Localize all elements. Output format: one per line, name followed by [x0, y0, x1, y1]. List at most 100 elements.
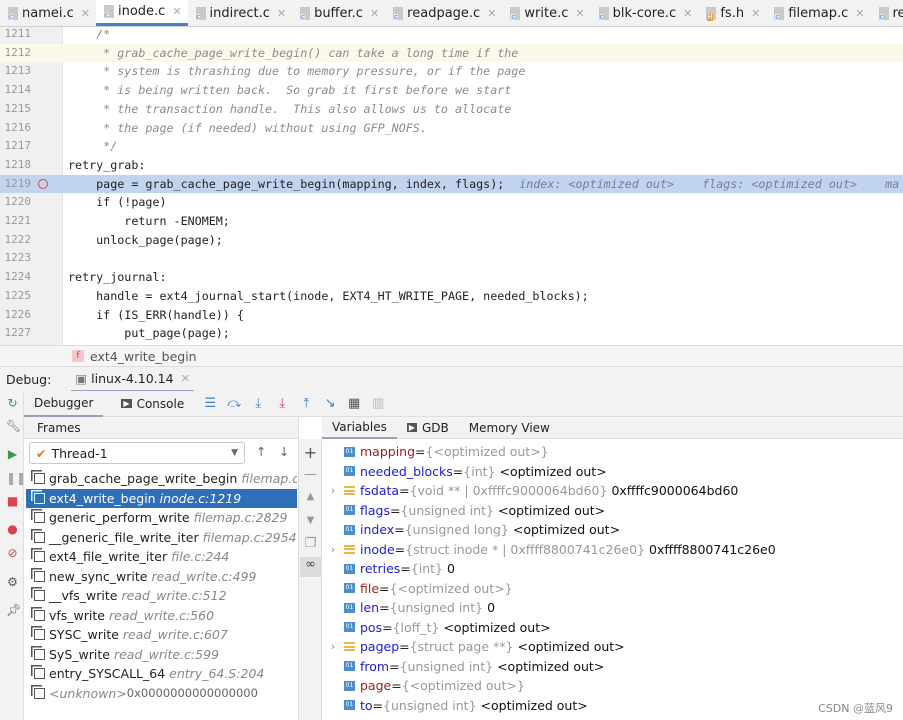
close-tab-icon[interactable]: ✕	[487, 7, 496, 20]
tab-fs-h[interactable]: fs.h ✕	[698, 0, 766, 26]
copy-icon[interactable]: ❐	[303, 536, 318, 551]
variable-row[interactable]: 01 retries = {int} 0	[322, 559, 455, 579]
breakpoint-icon[interactable]	[38, 178, 48, 189]
tab-variables[interactable]: Variables	[322, 417, 397, 439]
tab-readpage-c[interactable]: readpage.c ✕	[385, 0, 502, 26]
close-tab-icon[interactable]: ✕	[683, 7, 692, 20]
code-line[interactable]: 1227 put_page(page);	[0, 324, 903, 343]
debug-session-tab[interactable]: ▣ linux-4.10.14 ✕	[71, 367, 194, 392]
add-watch-icon[interactable]: +	[303, 443, 318, 462]
variable-row[interactable]: 01 page = {<optimized out>}	[322, 676, 525, 696]
breadcrumb[interactable]: f ext4_write_begin	[0, 345, 903, 366]
frame-item[interactable]: SYSC_write read_write.c:607	[26, 625, 297, 645]
frame-item[interactable]: __generic_file_write_iter filemap.c:2954	[26, 528, 297, 548]
code-line[interactable]: 1219 page = grab_cache_page_write_begin(…	[0, 174, 903, 194]
force-step-into-icon[interactable]: ⤓	[274, 396, 290, 411]
expand-arrow-icon[interactable]: ›	[322, 640, 344, 653]
move-down-icon[interactable]: ▼	[303, 515, 318, 526]
pause-icon[interactable]: ❚❚	[6, 472, 26, 485]
frame-item[interactable]: new_sync_write read_write.c:499	[26, 567, 297, 587]
frame-item[interactable]: grab_cache_page_write_beginfilemap.c:2	[26, 469, 297, 489]
close-tab-icon[interactable]: ✕	[751, 7, 760, 20]
thread-dropdown[interactable]: ✔ Thread-1 ▼	[29, 442, 245, 464]
code-line[interactable]: 1218 retry_grab:	[0, 156, 903, 175]
code-line[interactable]: 1225 handle = ext4_journal_start(inode, …	[0, 287, 903, 306]
step-into-icon[interactable]: ⤓	[250, 396, 266, 411]
step-out-icon[interactable]: ⤒	[298, 396, 314, 411]
variable-row[interactable]: 01 index = {unsigned long} <optimized out>	[322, 520, 620, 540]
tab-blk-core-c[interactable]: blk-core.c ✕	[591, 0, 699, 26]
code-line[interactable]: 1217 */	[0, 137, 903, 156]
code-line[interactable]: 1223	[0, 249, 903, 268]
code-line[interactable]: 1215 * the transaction handle. This also…	[0, 100, 903, 119]
settings-icon[interactable]: ⚙	[6, 576, 19, 589]
frame-item[interactable]: __vfs_write read_write.c:512	[26, 586, 297, 606]
close-tab-icon[interactable]: ✕	[855, 7, 864, 20]
variable-row[interactable]: › pagep = {struct page **} <optimized out>	[322, 637, 625, 657]
tab-buffer-c[interactable]: buffer.c ✕	[292, 0, 385, 26]
variable-row[interactable]: › inode = {struct inode * | 0xffff8800741…	[322, 540, 776, 560]
next-frame-icon[interactable]: ↓	[279, 444, 289, 459]
expand-arrow-icon[interactable]: ›	[322, 484, 344, 497]
move-up-icon[interactable]: ▲	[303, 491, 318, 502]
step-over-icon[interactable]: ⤼	[226, 396, 242, 411]
code-line[interactable]: 1213 * system is thrashing due to memory…	[0, 62, 903, 81]
tab-filemap-c[interactable]: filemap.c ✕	[766, 0, 870, 26]
variable-row[interactable]: 01 flags = {unsigned int} <optimized out>	[322, 501, 605, 521]
frame-item[interactable]: ext4_file_write_iter file.c:244	[26, 547, 297, 567]
tab-namei-c[interactable]: namei.c ✕	[0, 0, 96, 26]
variable-row[interactable]: 01 mapping = {<optimized out>}	[322, 442, 549, 462]
close-tab-icon[interactable]: ✕	[277, 7, 286, 20]
remove-icon[interactable]: —	[303, 467, 318, 482]
trace-icon[interactable]: ▥	[370, 396, 386, 411]
pin-icon[interactable]: 📌︎	[6, 604, 21, 617]
tab-indirect-c[interactable]: indirect.c ✕	[188, 0, 293, 26]
tab-write-c[interactable]: write.c ✕	[502, 0, 590, 26]
variable-row[interactable]: 01 needed_blocks = {int} <optimized out>	[322, 462, 607, 482]
frame-item[interactable]: SyS_write read_write.c:599	[26, 645, 297, 665]
show-watches-icon[interactable]: ∞	[300, 557, 321, 577]
code-line[interactable]: 1216 * the page (if needed) without usin…	[0, 119, 903, 138]
code-line[interactable]: 1222 unlock_page(page);	[0, 231, 903, 250]
close-tab-icon[interactable]: ✕	[81, 7, 90, 20]
tab-inode-c[interactable]: inode.c ✕	[95, 0, 188, 26]
evaluate-expression-icon[interactable]: ▦	[346, 396, 362, 411]
tab-read_[interactable]: read_	[871, 0, 903, 26]
frame-item[interactable]: ext4_write_begin inode.c:1219	[26, 488, 297, 508]
layout-menu-icon[interactable]: ☰	[202, 396, 218, 411]
frame-item[interactable]: <unknown> 0x0000000000000000	[26, 684, 297, 704]
frame-item[interactable]: generic_perform_write filemap.c:2829	[26, 508, 297, 528]
tab-gdb[interactable]: ▶ GDB	[397, 417, 459, 439]
code-line[interactable]: 1212 * grab_cache_page_write_begin() can…	[0, 43, 903, 63]
close-tab-icon[interactable]: ✕	[172, 5, 181, 18]
previous-frame-icon[interactable]: ↑	[256, 444, 266, 459]
tab-memory-view[interactable]: Memory View	[459, 417, 560, 439]
code-editor[interactable]: 1211 /* 1212 * grab_cache_page_write_begi…	[0, 27, 903, 345]
tab-debugger[interactable]: Debugger	[24, 391, 104, 417]
breadcrumb-function[interactable]: ext4_write_begin	[90, 349, 197, 364]
code-line[interactable]: 1211 /*	[0, 27, 903, 44]
code-line[interactable]: 1221 return -ENOMEM;	[0, 212, 903, 231]
variable-row[interactable]: › fsdata = {void ** | 0xffffc9000064bd60}…	[322, 481, 739, 501]
run-to-cursor-icon[interactable]: ↘	[322, 396, 338, 411]
code-line[interactable]: 1220 if (!page)	[0, 193, 903, 212]
stop-icon[interactable]: ■	[6, 495, 19, 508]
tab-console[interactable]: ▶ Console	[111, 391, 194, 417]
rerun-icon[interactable]: ↻	[6, 397, 19, 410]
variable-row[interactable]: 01 to = {unsigned int} <optimized out>	[322, 696, 588, 716]
view-breakpoints-icon[interactable]: ●	[6, 523, 19, 536]
close-tab-icon[interactable]: ✕	[370, 7, 379, 20]
frame-item[interactable]: entry_SYSCALL_64 entry_64.S:204	[26, 664, 297, 684]
expand-arrow-icon[interactable]: ›	[322, 543, 344, 556]
code-line[interactable]: 1214 * is being written back. So grab it…	[0, 81, 903, 100]
mute-breakpoints-icon[interactable]: ⊘	[6, 547, 19, 560]
code-line[interactable]: 1224 retry_journal:	[0, 268, 903, 287]
variable-row[interactable]: 01 from = {unsigned int} <optimized out>	[322, 657, 604, 677]
resume-icon[interactable]: ▶	[6, 448, 19, 461]
variable-row[interactable]: 01 file = {<optimized out>}	[322, 579, 513, 599]
variable-row[interactable]: 01 len = {unsigned int} 0	[322, 598, 495, 618]
frame-item[interactable]: vfs_write read_write.c:560	[26, 606, 297, 626]
wrench-icon[interactable]: 🔧︎	[6, 420, 21, 433]
code-line[interactable]: 1226 if (IS_ERR(handle)) {	[0, 306, 903, 325]
variable-row[interactable]: 01 pos = {loff_t} <optimized out>	[322, 618, 551, 638]
